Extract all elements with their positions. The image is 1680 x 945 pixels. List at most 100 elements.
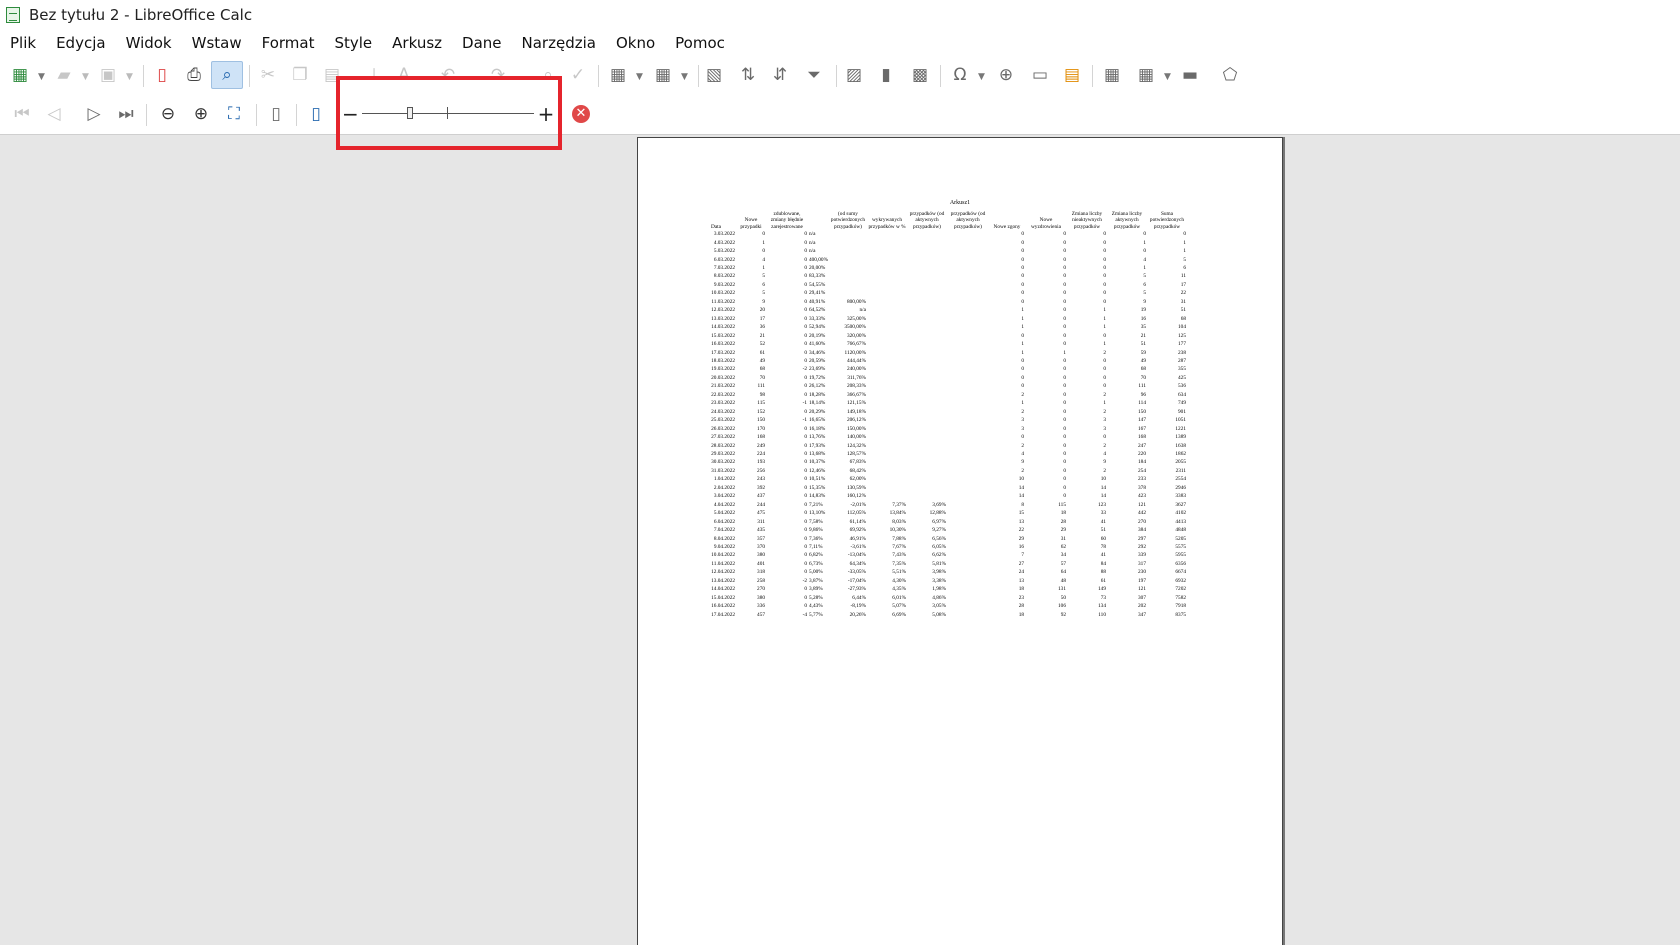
table-cell: 140,00% (847, 434, 866, 441)
export-pdf-icon[interactable]: ▯ (150, 63, 174, 87)
full-screen-icon[interactable]: ⛶ (222, 102, 246, 126)
table-row: 11.04.2022 401 0 6,73% 64,34% 7,35% 5,81% 27 57 8… (696, 560, 1187, 568)
table-row: 20.03.2022 70 0 19,72% 311,76% 0 0 0 70 425 (696, 374, 1187, 382)
menu-plik[interactable]: Plik (0, 34, 46, 52)
table-row: 16.04.2022 336 0 4,43% -8,19% 5,07% 3,05% 28 106… (696, 602, 1187, 610)
zoom-slider-thumb[interactable] (407, 107, 413, 119)
table-cell: 3,98% (932, 569, 946, 576)
copy-icon[interactable]: ❐ (288, 63, 312, 87)
table-cell (947, 332, 989, 340)
zoom-slider-track[interactable] (362, 113, 534, 114)
pivot-table-icon[interactable]: ▩ (908, 63, 932, 87)
merge-cells-icon[interactable]: ▧ (702, 63, 726, 87)
table-cell: 48 (1060, 577, 1066, 584)
menu-style[interactable]: Style (324, 34, 382, 52)
menu-dane[interactable]: Dane (452, 34, 511, 52)
menu-pomoc[interactable]: Pomoc (665, 34, 735, 52)
table-cell (867, 298, 907, 306)
menu-format[interactable]: Format (252, 34, 325, 52)
show-draw-functions-icon[interactable]: ⬠ (1218, 63, 1242, 87)
print-preview-icon[interactable]: ⌕ (211, 61, 243, 89)
column-icon[interactable]: ▦ (651, 63, 675, 87)
menu-arkusz[interactable]: Arkusz (382, 34, 452, 52)
table-cell: 0 (1063, 493, 1066, 500)
table-cell: 8,03% (892, 518, 906, 525)
previous-page-icon[interactable]: ◁ (42, 102, 66, 126)
split-window-icon[interactable]: ▬ (1178, 63, 1202, 87)
zoom-increase-button[interactable]: + (537, 104, 555, 124)
insert-image-icon[interactable]: ▨ (842, 63, 866, 87)
table-cell: n/a (809, 239, 816, 246)
sort-descending-icon[interactable]: ⇵ (768, 63, 792, 87)
menu-wstaw[interactable]: Wstaw (182, 34, 252, 52)
print-icon[interactable]: ⎙ (182, 63, 206, 87)
table-cell: -27,93% (847, 586, 866, 593)
table-cell: 8.03.2022 (713, 273, 735, 280)
menu-widok[interactable]: Widok (116, 34, 182, 52)
table-row: 23.03.2022 115 -1 18,14% 121,15% 1 0 1 114 749 (696, 399, 1187, 407)
table-cell: 1 (1103, 341, 1106, 348)
autofilter-icon[interactable]: ⏷ (802, 63, 826, 87)
table-cell (947, 382, 989, 390)
margins-icon[interactable]: ▯ (304, 102, 328, 126)
row-dropdown-icon[interactable]: ▼ (636, 72, 643, 82)
header-blank (808, 211, 829, 230)
menu-okno[interactable]: Okno (606, 34, 665, 52)
table-cell (867, 475, 907, 483)
page-format-icon[interactable]: ▯ (264, 102, 288, 126)
new-spreadsheet-icon[interactable]: ▦ (8, 63, 32, 87)
spelling-icon[interactable]: ✓ (566, 63, 590, 87)
freeze-rows-columns-icon[interactable]: ▦ (1134, 63, 1158, 87)
table-cell: 16,65% (809, 417, 826, 424)
insert-chart-icon[interactable]: ▮ (874, 63, 898, 87)
table-cell: 2.04.2022 (713, 484, 735, 491)
table-cell: 104 (1178, 324, 1186, 331)
table-cell: 29 (1018, 535, 1024, 542)
zoom-decrease-button[interactable]: − (342, 104, 359, 124)
open-dropdown-icon[interactable]: ▼ (82, 72, 89, 82)
hyperlink-icon[interactable]: ⊕ (994, 63, 1018, 87)
table-cell: 0 (1063, 484, 1066, 491)
headers-footers-icon[interactable]: ▤ (1060, 63, 1084, 87)
new-dropdown-icon[interactable]: ▼ (38, 72, 45, 82)
open-folder-icon[interactable]: ▰ (52, 63, 76, 87)
last-page-icon[interactable]: ⏭ (114, 102, 138, 126)
table-row: 14.04.2022 270 0 3,89% -27,93% 4,35% 1,98% 18 13… (696, 585, 1187, 593)
sort-ascending-icon[interactable]: ⇅ (736, 63, 760, 87)
row-icon[interactable]: ▦ (606, 63, 630, 87)
table-cell: 15 (1018, 510, 1024, 517)
table-cell: 41 (1100, 552, 1106, 559)
zoom-in-icon[interactable]: ⊕ (189, 102, 213, 126)
first-page-icon[interactable]: ⏮ (10, 102, 34, 126)
table-cell (907, 374, 947, 382)
table-cell: 0 (1063, 324, 1066, 331)
freeze-dropdown-icon[interactable]: ▼ (1164, 72, 1171, 82)
table-cell: 0 (1103, 383, 1106, 390)
table-cell (829, 230, 867, 238)
cut-icon[interactable]: ✂ (256, 63, 280, 87)
table-cell: 0 (804, 476, 807, 483)
table-cell: 160,12% (847, 493, 866, 500)
table-cell (907, 323, 947, 331)
table-cell: 0 (1021, 281, 1024, 288)
table-cell: 0 (1063, 391, 1066, 398)
special-character-icon[interactable]: Ω (948, 63, 972, 87)
special-character-dropdown-icon[interactable]: ▼ (978, 72, 985, 82)
table-cell: 4 (1103, 451, 1106, 457)
table-cell: 0 (804, 535, 807, 542)
menu-edycja[interactable]: Edycja (46, 34, 115, 52)
table-cell: 62,00% (849, 476, 866, 483)
table-cell: 21 (1140, 332, 1146, 339)
table-cell: 20.03.2022 (711, 374, 735, 381)
header-nowe-zgony: Nowe zgony (993, 223, 1021, 230)
save-icon[interactable]: ▣ (96, 63, 120, 87)
zoom-out-icon[interactable]: ⊖ (156, 102, 180, 126)
next-page-icon[interactable]: ▷ (82, 102, 106, 126)
menu-narzedzia[interactable]: Narzędzia (512, 34, 606, 52)
save-dropdown-icon[interactable]: ▼ (126, 72, 133, 82)
column-dropdown-icon[interactable]: ▼ (681, 72, 688, 82)
table-cell (907, 399, 947, 407)
comment-icon[interactable]: ▭ (1028, 63, 1052, 87)
define-print-area-icon[interactable]: ▦ (1100, 63, 1124, 87)
close-preview-icon[interactable]: ✕ (572, 105, 590, 123)
